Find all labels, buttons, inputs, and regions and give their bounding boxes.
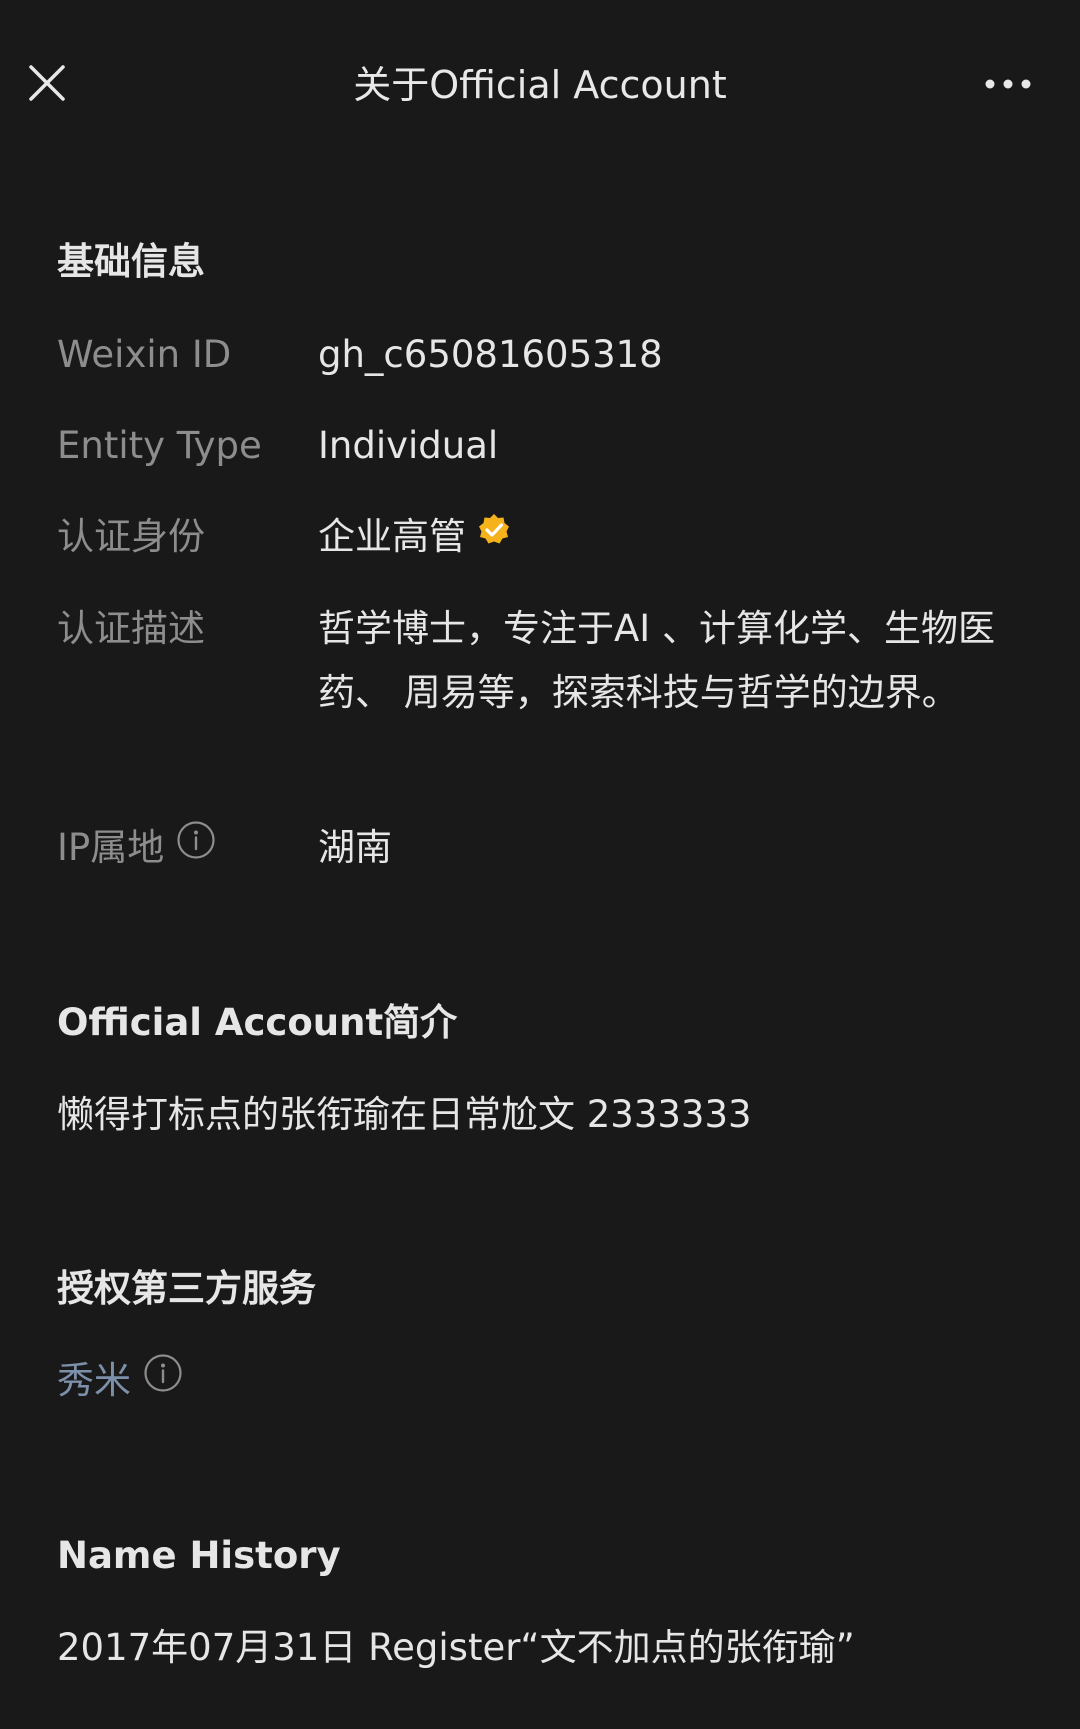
name-history-heading: Name History bbox=[57, 1534, 341, 1577]
weixin-id-label: Weixin ID bbox=[57, 333, 232, 376]
ip-location-info-icon[interactable] bbox=[176, 820, 216, 873]
cert-identity-value: 企业高管 bbox=[318, 515, 466, 558]
third-party-service-item[interactable]: 秀米 bbox=[57, 1353, 183, 1409]
third-party-heading: 授权第三方服务 bbox=[57, 1267, 316, 1310]
navigation-bar: 关于Official Account bbox=[0, 0, 1080, 170]
cert-identity-label: 认证身份 bbox=[57, 515, 205, 558]
more-options-button[interactable] bbox=[980, 66, 1040, 102]
verified-badge-icon bbox=[476, 511, 512, 561]
name-history-entry: 2017年07月31日 Register“文不加点的张衔瑜” bbox=[57, 1626, 855, 1669]
cert-identity-row: 企业高管 bbox=[318, 512, 512, 564]
intro-text: 懒得打标点的张衔瑜在日常尬文 2333333 bbox=[57, 1093, 752, 1136]
more-dots-icon bbox=[985, 79, 1031, 89]
cert-description-value: 哲学博士，专注于AI 、计算化学、生物医药、 周易等，探索科技与哲学的边界。 bbox=[318, 607, 995, 714]
weixin-id-value: gh_c65081605318 bbox=[318, 333, 663, 376]
intro-heading: Official Account简介 bbox=[57, 1001, 458, 1044]
ip-location-label: IP属地 bbox=[57, 826, 165, 869]
entity-type-label: Entity Type bbox=[57, 424, 262, 467]
page-title: 关于Official Account bbox=[353, 63, 727, 107]
ip-location-label-row: IP属地 bbox=[57, 820, 216, 876]
entity-type-value: Individual bbox=[318, 424, 499, 467]
basic-info-heading: 基础信息 bbox=[57, 240, 205, 283]
ip-location-value: 湖南 bbox=[318, 826, 392, 869]
third-party-info-icon[interactable] bbox=[143, 1353, 183, 1406]
third-party-service-name[interactable]: 秀米 bbox=[57, 1359, 131, 1402]
close-icon bbox=[29, 65, 65, 101]
cert-description-label: 认证描述 bbox=[57, 607, 205, 650]
close-button[interactable] bbox=[22, 58, 72, 108]
